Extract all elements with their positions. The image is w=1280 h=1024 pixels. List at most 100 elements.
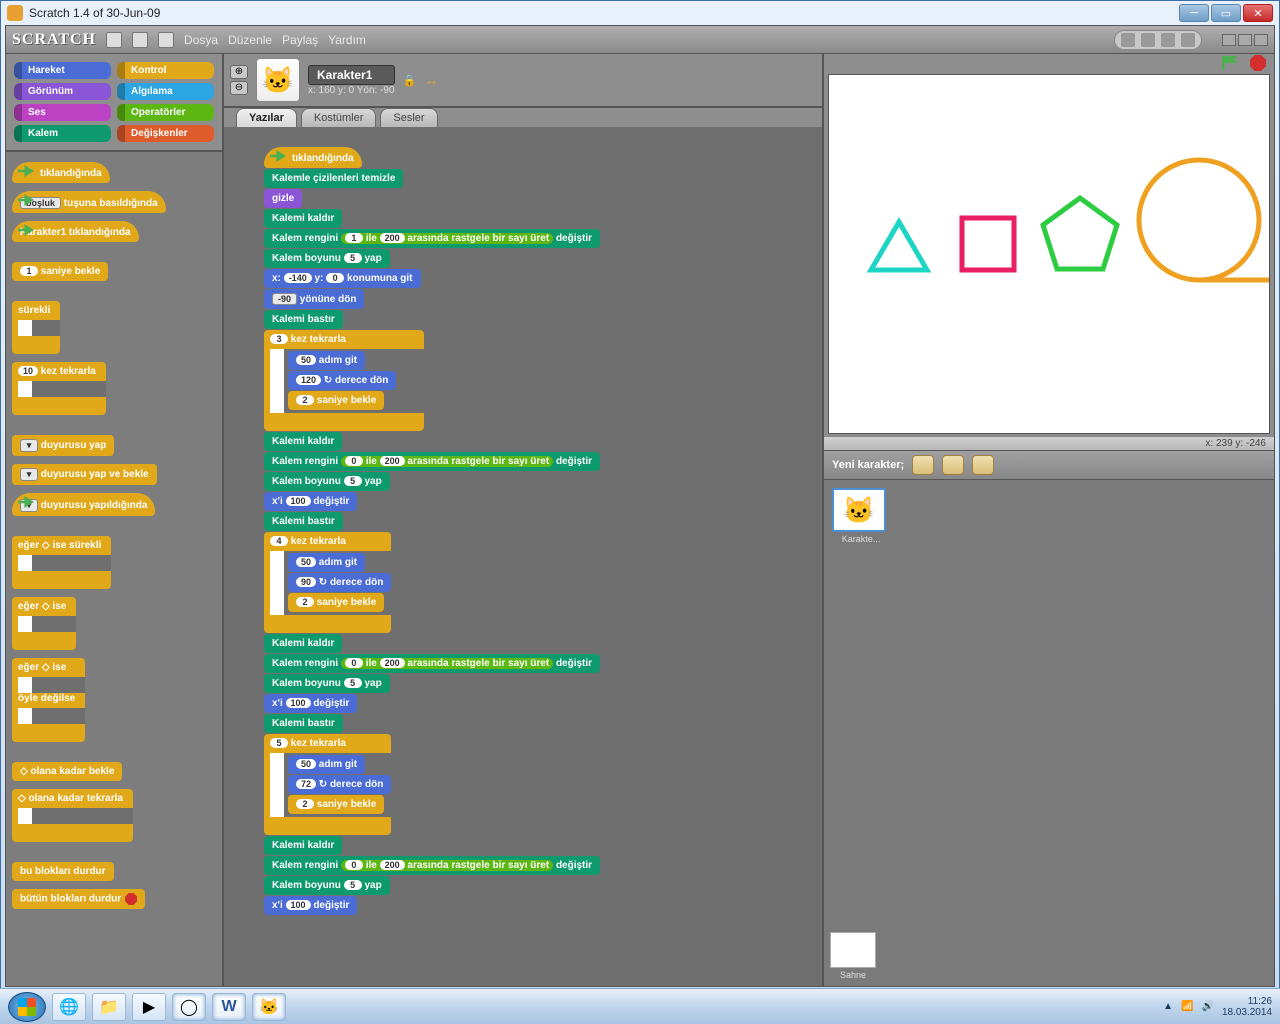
stage-thumbnail[interactable]: Sahne [824, 926, 882, 986]
block-palette[interactable]: tıklandığında boşluk tuşuna basıldığında… [6, 150, 222, 986]
block-pensize3[interactable]: Kalem boyunu 5 yap [264, 674, 390, 693]
category-görünüm[interactable]: Görünüm [14, 83, 111, 100]
random-sprite-button[interactable] [972, 455, 994, 475]
block-point[interactable]: -90 yönüne dön [264, 289, 364, 309]
palette-broadcast-wait[interactable]: ▾ duyurusu yap ve bekle [12, 464, 157, 485]
scissors-icon[interactable] [1141, 33, 1155, 47]
tab-costumes[interactable]: Kostümler [301, 108, 377, 127]
category-kalem[interactable]: Kalem [14, 125, 111, 142]
paint-sprite-button[interactable] [912, 455, 934, 475]
palette-hat-sprite[interactable]: Karakter1 tıklandığında [12, 221, 139, 242]
block-repeat5[interactable]: 5 kez tekrarla 50 adım git 72 ↻ derece d… [264, 734, 391, 835]
block-repeat4[interactable]: 4 kez tekrarla 50 adım git 90 ↻ derece d… [264, 532, 391, 633]
block-hide[interactable]: gizle [264, 189, 302, 208]
block-penup3[interactable]: Kalemi kaldır [264, 634, 342, 653]
minimize-button[interactable]: ─ [1179, 4, 1209, 22]
tab-scripts[interactable]: Yazılar [236, 108, 297, 127]
block-pendown3[interactable]: Kalemi bastır [264, 714, 343, 733]
block-wait2[interactable]: 2 saniye bekle [288, 593, 384, 612]
menu-file[interactable]: Dosya [184, 33, 218, 47]
block-changex2[interactable]: x'i 100 değiştir [264, 694, 357, 713]
scripts-area[interactable]: tıklandığında Kalemle çizilenleri temizl… [224, 127, 822, 986]
script-stack[interactable]: tıklandığında Kalemle çizilenleri temizl… [264, 147, 782, 916]
palette-repeat-until[interactable]: ◇ olana kadar tekrarla [12, 789, 133, 842]
block-changex[interactable]: x'i 100 değiştir [264, 492, 357, 511]
direction-icon[interactable]: ↔ [424, 72, 438, 88]
stamp-icon[interactable] [1121, 33, 1135, 47]
block-hat[interactable]: tıklandığında [264, 147, 362, 168]
open-icon[interactable] [158, 32, 174, 48]
palette-stop-all[interactable]: bütün blokları durdur [12, 889, 145, 909]
block-clear[interactable]: Kalemle çizilenleri temizle [264, 169, 403, 188]
choose-sprite-button[interactable] [942, 455, 964, 475]
palette-repeat[interactable]: 10 kez tekrarla [12, 362, 106, 415]
category-ses[interactable]: Ses [14, 104, 111, 121]
category-kontrol[interactable]: Kontrol [117, 62, 214, 79]
menu-edit[interactable]: Düzenle [228, 33, 272, 47]
block-turn90[interactable]: 90 ↻ derece dön [288, 573, 391, 592]
view-present-icon[interactable] [1254, 34, 1268, 46]
block-pencolor4[interactable]: Kalem rengini 0 ile 200 arasında rastgel… [264, 856, 600, 875]
green-flag-button[interactable] [1222, 56, 1238, 70]
palette-wait-until[interactable]: ◇ olana kadar bekle [12, 762, 122, 781]
palette-hat-key[interactable]: boşluk tuşuna basıldığında [12, 191, 166, 213]
taskbar-scratch-icon[interactable]: 🐱 [252, 993, 286, 1021]
palette-stop-script[interactable]: bu blokları durdur [12, 862, 114, 881]
palette-forever[interactable]: sürekli [12, 301, 60, 354]
globe-icon[interactable] [106, 32, 122, 48]
view-normal-icon[interactable] [1238, 34, 1252, 46]
shrink-icon[interactable] [1181, 33, 1195, 47]
maximize-button[interactable]: ▭ [1211, 4, 1241, 22]
view-small-icon[interactable] [1222, 34, 1236, 46]
save-icon[interactable] [132, 32, 148, 48]
stop-button[interactable] [1250, 55, 1266, 71]
palette-if-else[interactable]: eğer ◇ iseöyle değilse [12, 658, 85, 742]
lock-icon[interactable]: 🔒 [403, 74, 417, 87]
sprite-item[interactable]: 🐱 Karakte... [832, 488, 890, 544]
category-algılama[interactable]: Algılama [117, 83, 214, 100]
block-pencolor2[interactable]: Kalem rengini 0 ile 200 arasında rastgel… [264, 452, 600, 471]
tray-flag-icon[interactable]: ▲ [1163, 1001, 1173, 1012]
block-repeat3[interactable]: 3 kez tekrarla 50 adım git 120 ↻ derece … [264, 330, 424, 431]
tray-network-icon[interactable]: 📶 [1181, 1001, 1193, 1012]
block-penup4[interactable]: Kalemi kaldır [264, 836, 342, 855]
palette-forever-if[interactable]: eğer ◇ ise sürekli [12, 536, 111, 589]
block-turn120[interactable]: 120 ↻ derece dön [288, 371, 396, 390]
block-pensize4[interactable]: Kalem boyunu 5 yap [264, 876, 390, 895]
block-penup2[interactable]: Kalemi kaldır [264, 432, 342, 451]
palette-wait[interactable]: 1 saniye bekle [12, 262, 108, 281]
taskbar-explorer-icon[interactable]: 📁 [92, 993, 126, 1021]
palette-broadcast[interactable]: ▾ duyurusu yap [12, 435, 114, 456]
block-changex3[interactable]: x'i 100 değiştir [264, 896, 357, 915]
tray-sound-icon[interactable]: 🔊 [1201, 1001, 1213, 1012]
block-pencolor3[interactable]: Kalem rengini 0 ile 200 arasında rastgel… [264, 654, 600, 673]
grow-icon[interactable] [1161, 33, 1175, 47]
taskbar-chrome-icon[interactable]: ◯ [172, 993, 206, 1021]
taskbar-word-icon[interactable]: W [212, 993, 246, 1021]
category-operatörler[interactable]: Operatörler [117, 104, 214, 121]
zoom-in-button[interactable]: ⊕ [230, 65, 248, 79]
block-wait3[interactable]: 2 saniye bekle [288, 795, 384, 814]
sprite-thumbnail[interactable]: 🐱 [256, 58, 300, 102]
start-button[interactable] [8, 992, 46, 1022]
block-move3[interactable]: 50 adım git [288, 755, 365, 774]
taskbar-media-icon[interactable]: ▶ [132, 993, 166, 1021]
palette-if[interactable]: eğer ◇ ise [12, 597, 76, 650]
sprite-name-field[interactable]: Karakter1 [308, 65, 395, 85]
block-pencolor[interactable]: Kalem rengini 1 ile 200 arasında rastgel… [264, 229, 600, 248]
block-pendown2[interactable]: Kalemi bastır [264, 512, 343, 531]
stage[interactable] [828, 74, 1270, 434]
zoom-out-button[interactable]: ⊖ [230, 81, 248, 95]
block-move[interactable]: 50 adım git [288, 351, 365, 370]
block-move2[interactable]: 50 adım git [288, 553, 365, 572]
block-wait[interactable]: 2 saniye bekle [288, 391, 384, 410]
block-penup[interactable]: Kalemi kaldır [264, 209, 342, 228]
category-hareket[interactable]: Hareket [14, 62, 111, 79]
close-button[interactable]: ✕ [1243, 4, 1273, 22]
taskbar-ie-icon[interactable]: 🌐 [52, 993, 86, 1021]
tray-clock[interactable]: 11:26 18.03.2014 [1222, 996, 1272, 1018]
block-turn72[interactable]: 72 ↻ derece dön [288, 775, 391, 794]
tab-sounds[interactable]: Sesler [380, 108, 437, 127]
palette-when-receive[interactable]: ▾ duyurusu yapıldığında [12, 493, 155, 516]
block-pensize2[interactable]: Kalem boyunu 5 yap [264, 472, 390, 491]
